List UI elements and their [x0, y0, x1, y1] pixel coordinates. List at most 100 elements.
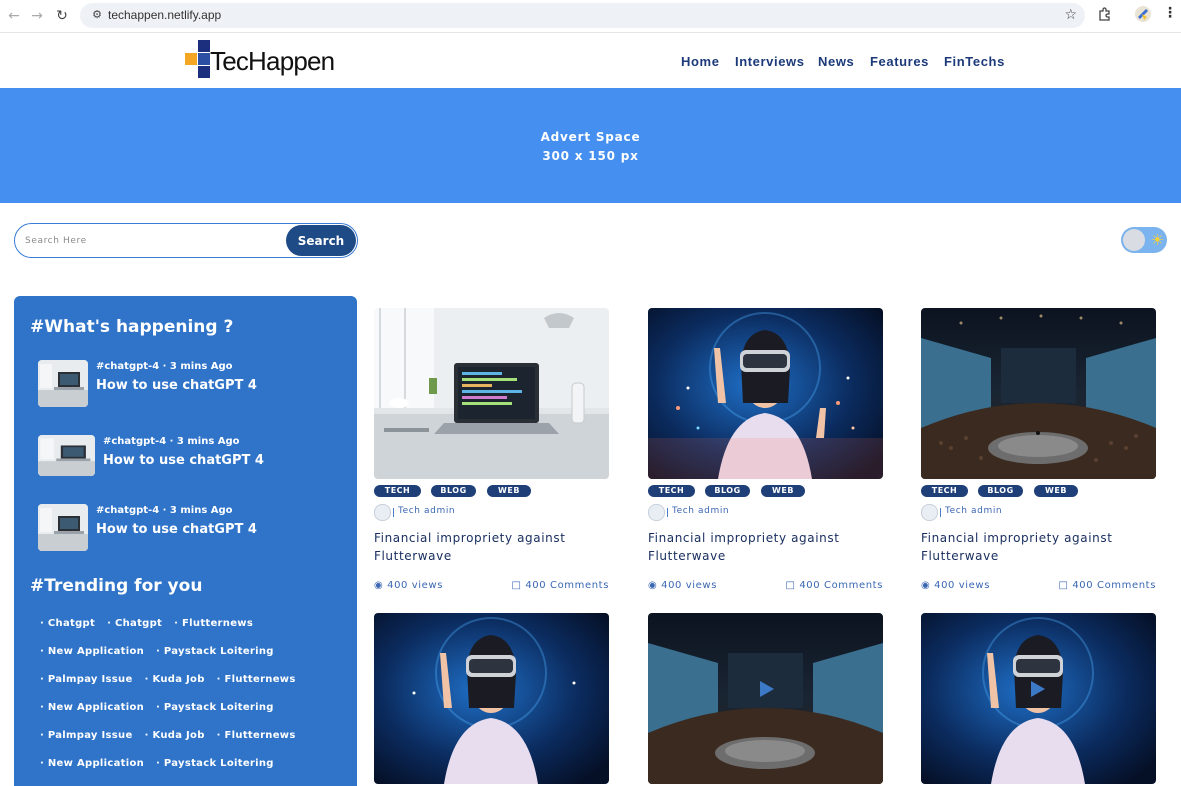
comment-icon: □	[511, 580, 522, 591]
comment-icon: □	[785, 580, 796, 591]
author-name[interactable]: Tech admin	[945, 506, 1002, 516]
eye-icon: ◉	[921, 580, 931, 591]
vr-woman-image[interactable]	[374, 613, 609, 784]
reload-icon[interactable]: ↻	[52, 6, 72, 26]
logo-square-navy-bottom	[198, 66, 210, 78]
logo-square-blue	[198, 53, 210, 65]
bookmark-star-icon[interactable]: ☆	[1064, 7, 1077, 23]
browser-toolbar: ← → ↻ ⚙ techappen.netlify.app ☆ ⋮	[0, 0, 1181, 33]
card-views: ◉ 400 views	[648, 580, 717, 591]
trending-tag[interactable]: · Palmpay Issue	[40, 674, 133, 685]
tag-web[interactable]: WEB	[487, 485, 531, 497]
trending-tag[interactable]: · Paystack Loitering	[156, 758, 274, 769]
happening-meta: #chatgpt-4 · 3 mins Ago	[96, 361, 233, 372]
nav-features[interactable]: Features	[870, 54, 929, 69]
trending-row: · Palmpay Issue · Kuda Job · Flutternews	[40, 730, 308, 741]
happening-title[interactable]: How to use chatGPT 4	[103, 453, 264, 468]
trending-tag[interactable]: · Flutternews	[174, 618, 253, 629]
profile-avatar-icon[interactable]	[1134, 5, 1152, 27]
trending-tag[interactable]: · New Application	[40, 702, 144, 713]
nav-news[interactable]: News	[818, 54, 854, 69]
logo-square-orange	[185, 53, 197, 65]
tag-tech[interactable]: TECH	[374, 485, 421, 497]
card-title[interactable]: Financial impropriety against Flutterwav…	[648, 529, 883, 565]
happening-title[interactable]: How to use chatGPT 4	[96, 522, 257, 537]
url-text[interactable]: techappen.netlify.app	[108, 8, 221, 22]
search-bar: Search	[14, 223, 358, 258]
author-divider	[940, 508, 941, 517]
address-bar[interactable]: ⚙ techappen.netlify.app ☆	[80, 3, 1085, 28]
whats-happening-title: #What's happening ?	[30, 317, 234, 337]
eye-icon: ◉	[648, 580, 658, 591]
laptop-thumbnail	[38, 504, 88, 551]
browser-menu-icon[interactable]: ⋮	[1163, 5, 1177, 21]
trending-tag[interactable]: · Kuda Job	[145, 730, 205, 741]
card-comments[interactable]: □ 400 Comments	[1058, 580, 1156, 591]
trending-tag[interactable]: · Paystack Loitering	[156, 702, 274, 713]
comments-count: 400 Comments	[799, 580, 883, 591]
tag-blog[interactable]: BLOG	[431, 485, 476, 497]
trending-tag[interactable]: · Chatgpt	[40, 618, 95, 629]
trending-tag[interactable]: · Kuda Job	[145, 674, 205, 685]
trending-tag[interactable]: · New Application	[40, 646, 144, 657]
views-count: 400 views	[934, 580, 991, 591]
forward-arrow-icon[interactable]: →	[27, 6, 47, 26]
trending-row: · New Application · Paystack Loitering	[40, 758, 286, 769]
tag-tech[interactable]: TECH	[921, 485, 968, 497]
tag-tech[interactable]: TECH	[648, 485, 695, 497]
tag-web[interactable]: WEB	[761, 485, 805, 497]
happening-title[interactable]: How to use chatGPT 4	[96, 378, 257, 393]
tag-blog[interactable]: BLOG	[978, 485, 1023, 497]
vr-woman-image[interactable]	[648, 308, 883, 479]
search-button[interactable]: Search	[286, 225, 356, 256]
trending-row: · Chatgpt · Chatgpt · Flutternews	[40, 618, 265, 629]
advert-size: 300 x 150 px	[542, 149, 639, 163]
advert-banner[interactable]: Advert Space 300 x 150 px	[0, 88, 1181, 203]
card-views: ◉ 400 views	[921, 580, 990, 591]
back-arrow-icon[interactable]: ←	[4, 6, 24, 26]
nav-fintechs[interactable]: FinTechs	[944, 54, 1005, 69]
nav-interviews[interactable]: Interviews	[735, 54, 805, 69]
eye-icon: ◉	[374, 580, 384, 591]
theme-toggle[interactable]: ☀	[1121, 227, 1167, 253]
conference-hall-image[interactable]	[648, 613, 883, 784]
trending-tag[interactable]: · New Application	[40, 758, 144, 769]
tag-blog[interactable]: BLOG	[705, 485, 750, 497]
trending-tag[interactable]: · Paystack Loitering	[156, 646, 274, 657]
advert-title: Advert Space	[540, 130, 641, 144]
nav-home[interactable]: Home	[681, 54, 720, 69]
card-comments[interactable]: □ 400 Comments	[785, 580, 883, 591]
views-count: 400 views	[661, 580, 718, 591]
vr-woman-image[interactable]	[921, 613, 1156, 784]
happening-meta: #chatgpt-4 · 3 mins Ago	[103, 436, 240, 447]
techappen-logo[interactable]: TecHappen	[185, 40, 335, 82]
logo-text: TecHappen	[210, 46, 335, 76]
extensions-puzzle-icon[interactable]	[1097, 6, 1113, 26]
author-avatar	[921, 504, 938, 521]
trending-tag[interactable]: · Flutternews	[217, 674, 296, 685]
card-comments[interactable]: □ 400 Comments	[511, 580, 609, 591]
logo-square-navy	[198, 40, 210, 52]
author-avatar	[374, 504, 391, 521]
laptop-thumbnail	[38, 360, 88, 407]
toggle-knob	[1123, 229, 1145, 251]
trending-tag[interactable]: · Chatgpt	[107, 618, 162, 629]
site-header: TecHappen Home Interviews News Features …	[0, 33, 1181, 88]
happening-meta: #chatgpt-4 · 3 mins Ago	[96, 505, 233, 516]
tag-web[interactable]: WEB	[1034, 485, 1078, 497]
views-count: 400 views	[387, 580, 444, 591]
trending-tag[interactable]: · Flutternews	[217, 730, 296, 741]
author-avatar	[648, 504, 665, 521]
card-views: ◉ 400 views	[374, 580, 443, 591]
card-title[interactable]: Financial impropriety against Flutterwav…	[921, 529, 1156, 565]
laptop-desk-image[interactable]	[374, 308, 609, 479]
site-settings-icon[interactable]: ⚙	[90, 8, 104, 22]
comments-count: 400 Comments	[1072, 580, 1156, 591]
author-name[interactable]: Tech admin	[672, 506, 729, 516]
author-name[interactable]: Tech admin	[398, 506, 455, 516]
search-input[interactable]	[23, 233, 287, 249]
card-title[interactable]: Financial impropriety against Flutterwav…	[374, 529, 609, 565]
conference-hall-image[interactable]	[921, 308, 1156, 479]
trending-tag[interactable]: · Palmpay Issue	[40, 730, 133, 741]
sun-icon: ☀	[1150, 231, 1164, 249]
